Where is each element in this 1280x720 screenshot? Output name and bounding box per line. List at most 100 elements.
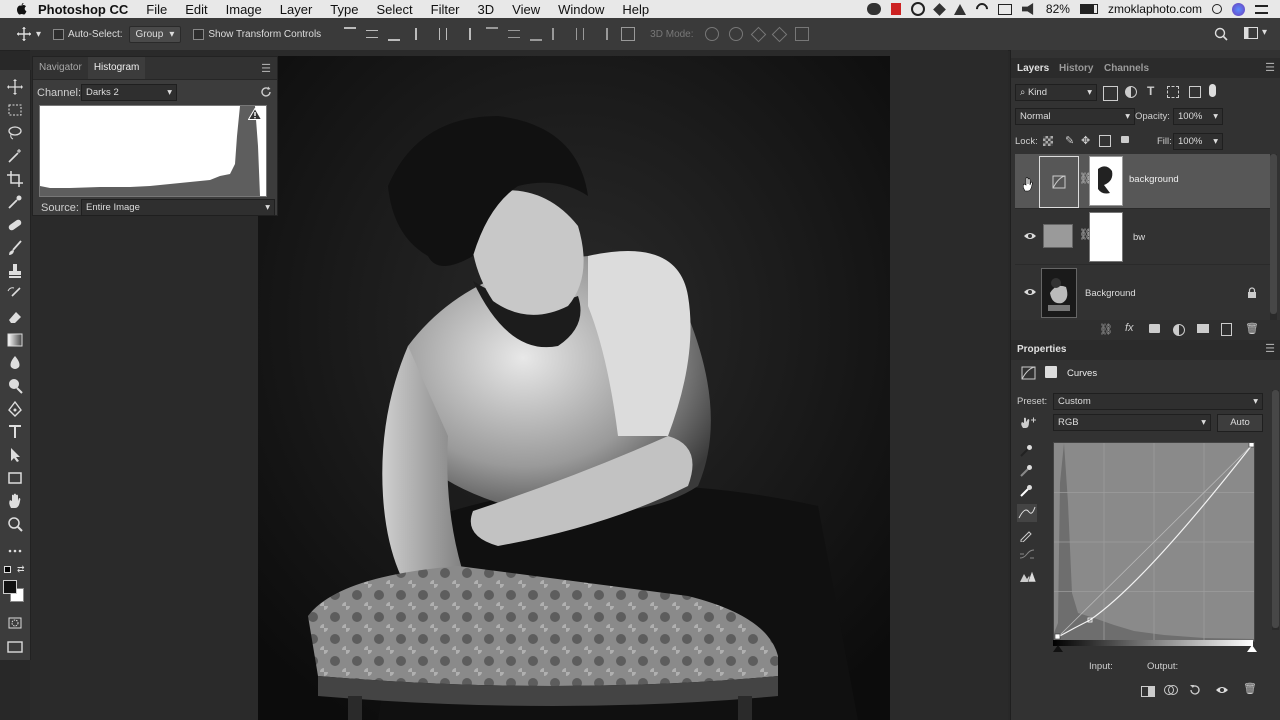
type-tool-icon[interactable] <box>6 423 24 441</box>
chevron-down-icon[interactable]: ▾ <box>1262 27 1267 38</box>
menu-edit[interactable]: Edit <box>185 2 207 17</box>
hand-tool-icon[interactable] <box>6 492 24 510</box>
menu-view[interactable]: View <box>512 2 540 17</box>
reset-icon[interactable] <box>1189 684 1201 696</box>
view-previous-state-icon[interactable] <box>1163 684 1179 696</box>
app-name-menu[interactable]: Photoshop CC <box>38 2 128 17</box>
lock-position-icon[interactable]: ✥ <box>1081 134 1090 147</box>
curves-graph[interactable] <box>1053 441 1255 642</box>
site-name[interactable]: zmoklaphoto.com <box>1108 2 1202 16</box>
menu-3d[interactable]: 3D <box>478 2 495 17</box>
targeted-adjustment-icon[interactable] <box>1019 416 1037 430</box>
gradient-tool-icon[interactable] <box>6 331 24 349</box>
eyedropper-tool-icon[interactable] <box>6 193 24 211</box>
filter-type-icon[interactable]: T <box>1147 84 1154 98</box>
3d-slide-icon[interactable] <box>771 26 787 42</box>
new-group-icon[interactable] <box>1197 324 1209 333</box>
black-point-slider[interactable] <box>1053 645 1063 652</box>
rectangle-tool-icon[interactable] <box>6 469 24 487</box>
bw-adjustment-thumb[interactable] <box>1043 224 1073 248</box>
layer-row-bw[interactable]: ⛓ bw <box>1015 210 1277 265</box>
magic-wand-tool-icon[interactable] <box>6 147 24 165</box>
new-layer-icon[interactable] <box>1221 323 1232 336</box>
marquee-tool-icon[interactable] <box>6 101 24 119</box>
wifi-icon[interactable] <box>973 0 991 18</box>
menu-filter[interactable]: Filter <box>431 2 460 17</box>
photo-layer-thumb[interactable] <box>1041 268 1077 318</box>
workspace-icon[interactable] <box>1244 27 1258 39</box>
blur-tool-icon[interactable] <box>6 354 24 372</box>
show-transform-checkbox[interactable] <box>193 28 205 40</box>
tab-layers[interactable]: Layers <box>1017 63 1049 74</box>
add-mask-icon[interactable] <box>1149 324 1160 333</box>
quick-mask-icon[interactable] <box>6 614 24 632</box>
blend-mode-dropdown[interactable]: Normal ▾ <box>1015 108 1135 125</box>
menu-type[interactable]: Type <box>330 2 358 17</box>
menu-layer[interactable]: Layer <box>280 2 313 17</box>
align-horizontal-center-icon[interactable] <box>439 28 448 40</box>
cloud-icon[interactable] <box>866 3 881 15</box>
auto-align-icon[interactable] <box>621 27 636 41</box>
lock-artboard-icon[interactable] <box>1099 135 1111 147</box>
layer-mask-thumb[interactable] <box>1089 156 1123 206</box>
dodge-tool-icon[interactable] <box>6 377 24 395</box>
default-colors-icon[interactable] <box>4 566 11 573</box>
filter-toggle-icon[interactable] <box>1209 84 1216 97</box>
clipping-warning-icon[interactable] <box>1019 570 1037 584</box>
zoom-tool-icon[interactable] <box>6 515 24 533</box>
path-selection-tool-icon[interactable] <box>6 446 24 464</box>
layer-row-background-curves[interactable]: ⛓ background <box>1015 154 1277 209</box>
distribute-hcenter-icon[interactable] <box>576 28 585 40</box>
lasso-tool-icon[interactable] <box>6 124 24 142</box>
filter-smart-object-icon[interactable] <box>1189 86 1201 98</box>
swap-colors-icon[interactable]: ⇄ <box>17 564 25 575</box>
tab-navigator[interactable]: Navigator <box>33 57 88 79</box>
distribute-right-icon[interactable] <box>594 28 609 40</box>
sample-gray-eyedropper-icon[interactable] <box>1019 464 1033 478</box>
menu-select[interactable]: Select <box>376 2 412 17</box>
dropbox-icon[interactable] <box>933 2 946 16</box>
tab-histogram[interactable]: Histogram <box>87 57 146 79</box>
3d-scale-icon[interactable] <box>794 27 809 41</box>
auto-select-dropdown[interactable]: Group ▾ <box>128 25 182 43</box>
trash-icon[interactable]: 🗑 <box>1245 322 1259 335</box>
scroll-thumb[interactable] <box>1272 390 1279 628</box>
distribute-bottom-icon[interactable] <box>530 27 543 41</box>
layer-name[interactable]: background <box>1129 174 1179 185</box>
more-tools-icon[interactable] <box>6 542 24 560</box>
layer-name[interactable]: Background <box>1085 288 1136 299</box>
layer-mask-thumb[interactable] <box>1089 212 1123 262</box>
smooth-curve-icon[interactable] <box>1019 548 1035 562</box>
move-tool-icon[interactable] <box>16 26 32 42</box>
brush-tool-icon[interactable] <box>6 239 24 257</box>
search-icon[interactable] <box>1214 27 1228 41</box>
kind-filter-dropdown[interactable]: ⌕ Kind ▾ <box>1015 84 1097 101</box>
sample-black-eyedropper-icon[interactable] <box>1019 444 1033 458</box>
volume-icon[interactable] <box>1021 3 1034 15</box>
refresh-icon[interactable] <box>260 86 272 98</box>
warning-icon[interactable] <box>248 108 262 120</box>
pencil-draw-icon[interactable] <box>1019 528 1033 542</box>
tab-history[interactable]: History <box>1059 63 1093 74</box>
menu-help[interactable]: Help <box>622 2 649 17</box>
apple-logo-icon[interactable] <box>14 2 28 16</box>
auto-select-checkbox[interactable] <box>53 28 65 40</box>
link-layers-icon[interactable]: ⛓ <box>1099 323 1113 336</box>
channel-dropdown[interactable]: Darks 2 ▾ <box>81 84 177 101</box>
align-bottom-icon[interactable] <box>388 27 401 41</box>
3d-pan-icon[interactable] <box>750 26 766 42</box>
clone-stamp-tool-icon[interactable] <box>6 262 24 280</box>
layer-name[interactable]: bw <box>1133 232 1145 243</box>
lock-pixels-icon[interactable]: ✎ <box>1065 134 1074 147</box>
scroll-thumb[interactable] <box>1270 154 1277 314</box>
panel-menu-icon[interactable]: ☰ <box>261 62 271 75</box>
panel-menu-icon[interactable]: ☰ <box>1265 61 1275 74</box>
filter-shape-icon[interactable] <box>1167 86 1179 98</box>
menu-window[interactable]: Window <box>558 2 604 17</box>
lock-all-icon[interactable] <box>1121 136 1129 143</box>
distribute-left-icon[interactable] <box>552 28 566 40</box>
history-brush-tool-icon[interactable] <box>6 285 24 303</box>
healing-brush-tool-icon[interactable] <box>6 216 24 234</box>
delete-adjustment-icon[interactable]: 🗑 <box>1243 682 1257 695</box>
sample-white-eyedropper-icon[interactable] <box>1019 484 1033 498</box>
